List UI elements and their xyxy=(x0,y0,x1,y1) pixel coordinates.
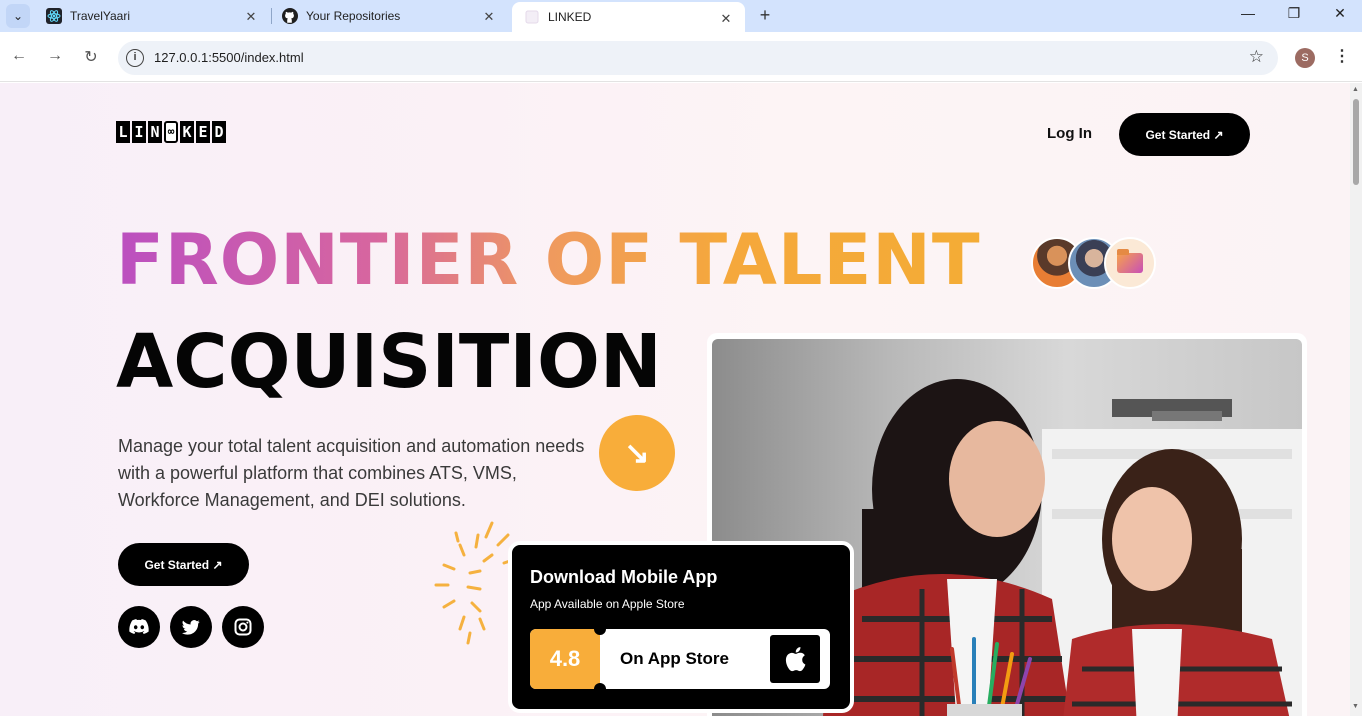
app-store-label: On App Store xyxy=(620,649,729,668)
address-bar-row: ← → ↻ i 127.0.0.1:5500/index.html ☆ xyxy=(0,32,1362,82)
twitter-icon xyxy=(182,619,200,635)
rating-value: 4.8 xyxy=(530,629,600,689)
tab-search-button[interactable]: ⌄ xyxy=(6,4,30,28)
close-icon[interactable]: ✕ xyxy=(244,9,258,25)
ticket-notch xyxy=(594,683,606,689)
new-tab-plus-icon[interactable]: + xyxy=(754,5,776,26)
tab-separator xyxy=(271,8,272,24)
omnibox[interactable]: i 127.0.0.1:5500/index.html ☆ xyxy=(118,41,1278,75)
login-link[interactable]: Log In xyxy=(1047,125,1092,142)
profile-avatar[interactable]: S xyxy=(1295,48,1315,68)
url-text[interactable]: 127.0.0.1:5500/index.html xyxy=(154,50,304,65)
arrow-down-right-button[interactable]: ↘ xyxy=(599,415,675,491)
restore-icon[interactable]: ❐ xyxy=(1284,5,1304,22)
logo-letter: ∞ xyxy=(164,121,178,143)
instagram-button[interactable] xyxy=(222,606,264,648)
chevron-down-icon: ⌄ xyxy=(12,9,24,23)
react-icon xyxy=(46,8,62,24)
apple-icon xyxy=(785,647,806,672)
header-get-started-button[interactable]: Get Started ↗ xyxy=(1119,113,1250,156)
close-icon[interactable]: ✕ xyxy=(482,9,496,25)
tab-title: LINKED xyxy=(548,10,592,24)
logo-letter: L xyxy=(116,121,130,143)
logo-letter: D xyxy=(212,121,226,143)
github-icon xyxy=(282,8,298,24)
avatar xyxy=(1104,237,1156,289)
logo-letter: K xyxy=(180,121,194,143)
twitter-button[interactable] xyxy=(170,606,212,648)
app-card-title: Download Mobile App xyxy=(530,567,718,587)
browser-tab-linked-active[interactable]: LINKED ✕ xyxy=(512,2,745,32)
page-scrollbar[interactable]: ▲ ▼ xyxy=(1350,83,1362,716)
minimize-icon[interactable]: — xyxy=(1238,5,1258,21)
discord-icon xyxy=(129,619,149,634)
browser-tab-repositories[interactable]: Your Repositories ✕ xyxy=(274,0,508,32)
user-avatar-group xyxy=(1031,237,1157,289)
discord-button[interactable] xyxy=(118,606,160,648)
scroll-up-arrow-icon[interactable]: ▲ xyxy=(1352,86,1359,93)
apple-store-button[interactable] xyxy=(770,635,820,683)
window-close-icon[interactable]: ✕ xyxy=(1330,5,1350,22)
hero-description: Manage your total talent acquisition and… xyxy=(118,436,585,510)
logo-letter: E xyxy=(196,121,210,143)
logo-letter: I xyxy=(132,121,146,143)
site-info-icon[interactable]: i xyxy=(126,49,144,67)
reload-icon[interactable]: ↻ xyxy=(81,47,101,67)
app-store-ticket[interactable]: 4.8 On App Store xyxy=(530,629,830,689)
forward-arrow-icon[interactable]: → xyxy=(45,47,65,65)
close-icon[interactable]: ✕ xyxy=(719,11,733,27)
hero-get-started-button[interactable]: Get Started ↗ xyxy=(118,543,249,586)
landing-page: L I N ∞ K E D Log In Get Started ↗ FRONT… xyxy=(0,83,1350,716)
back-arrow-icon[interactable]: ← xyxy=(9,47,29,65)
scrollbar-thumb[interactable] xyxy=(1353,99,1359,185)
linked-logo[interactable]: L I N ∞ K E D xyxy=(116,121,226,143)
download-app-card[interactable]: Download Mobile App App Available on App… xyxy=(508,541,854,713)
logo-letter: N xyxy=(148,121,162,143)
browser-menu-icon[interactable]: ⋮ xyxy=(1334,46,1350,66)
hero-headline-line2: ACQUISITION xyxy=(116,319,662,405)
browser-tab-travelyaari[interactable]: TravelYaari ✕ xyxy=(36,0,270,32)
scroll-down-arrow-icon[interactable]: ▼ xyxy=(1352,703,1359,710)
instagram-icon xyxy=(234,618,252,636)
tab-title: TravelYaari xyxy=(70,9,131,23)
tab-title: Your Repositories xyxy=(306,9,401,23)
arrow-down-right-icon: ↘ xyxy=(624,436,650,470)
browser-tab-strip: ⌄ TravelYaari ✕ Your Repositories ✕ LINK… xyxy=(0,0,1362,32)
bookmark-star-icon[interactable]: ☆ xyxy=(1249,47,1264,67)
page-icon xyxy=(524,9,540,25)
folder-icon xyxy=(1117,249,1143,273)
app-card-subtitle: App Available on Apple Store xyxy=(530,597,685,611)
hero-headline-line1: FRONTIER OF TALENT xyxy=(116,219,981,301)
